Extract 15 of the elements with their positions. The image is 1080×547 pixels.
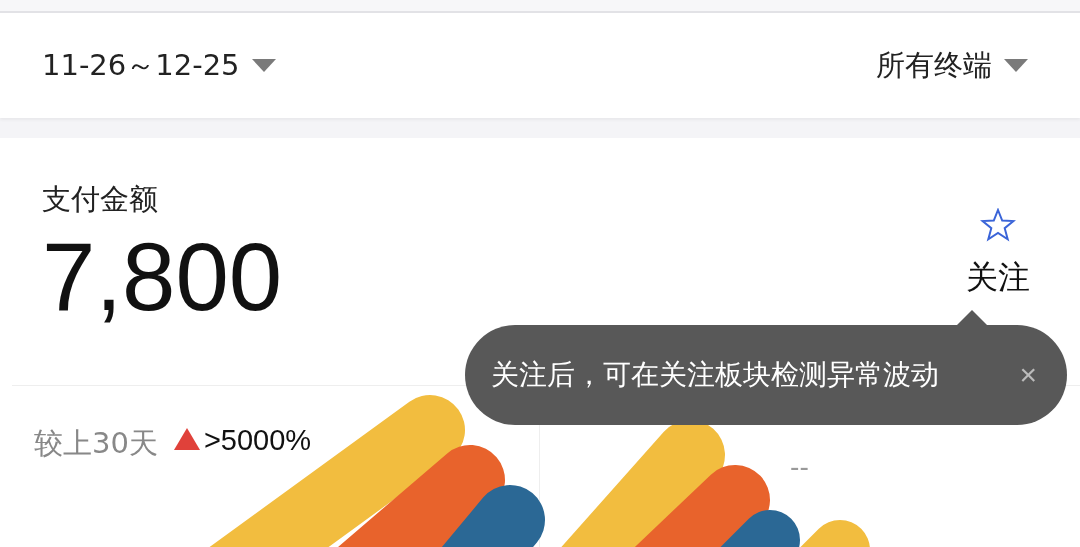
terminal-label: 所有终端 (876, 46, 992, 84)
caret-icon (251, 58, 276, 73)
change-value: >5000% (203, 424, 312, 457)
metric-value: 7,800 (42, 222, 283, 332)
date-range-dropdown[interactable]: 11-26～12-25 (42, 45, 276, 86)
close-button[interactable]: × (1019, 358, 1037, 392)
change-value: -- (790, 452, 809, 482)
metric-title: 支付金额 (42, 181, 159, 218)
terminal-dropdown[interactable]: 所有终端 (876, 45, 1028, 86)
star-icon[interactable] (980, 208, 1016, 242)
date-range: 11-26～12-25 (42, 46, 240, 84)
tooltip-text: 关注后，可在关注板块检测异常波动 (491, 357, 939, 393)
follow-label[interactable]: 关注 (966, 256, 1030, 300)
caret-icon (1004, 58, 1028, 73)
comparison-label: 较上30天 (34, 425, 158, 462)
